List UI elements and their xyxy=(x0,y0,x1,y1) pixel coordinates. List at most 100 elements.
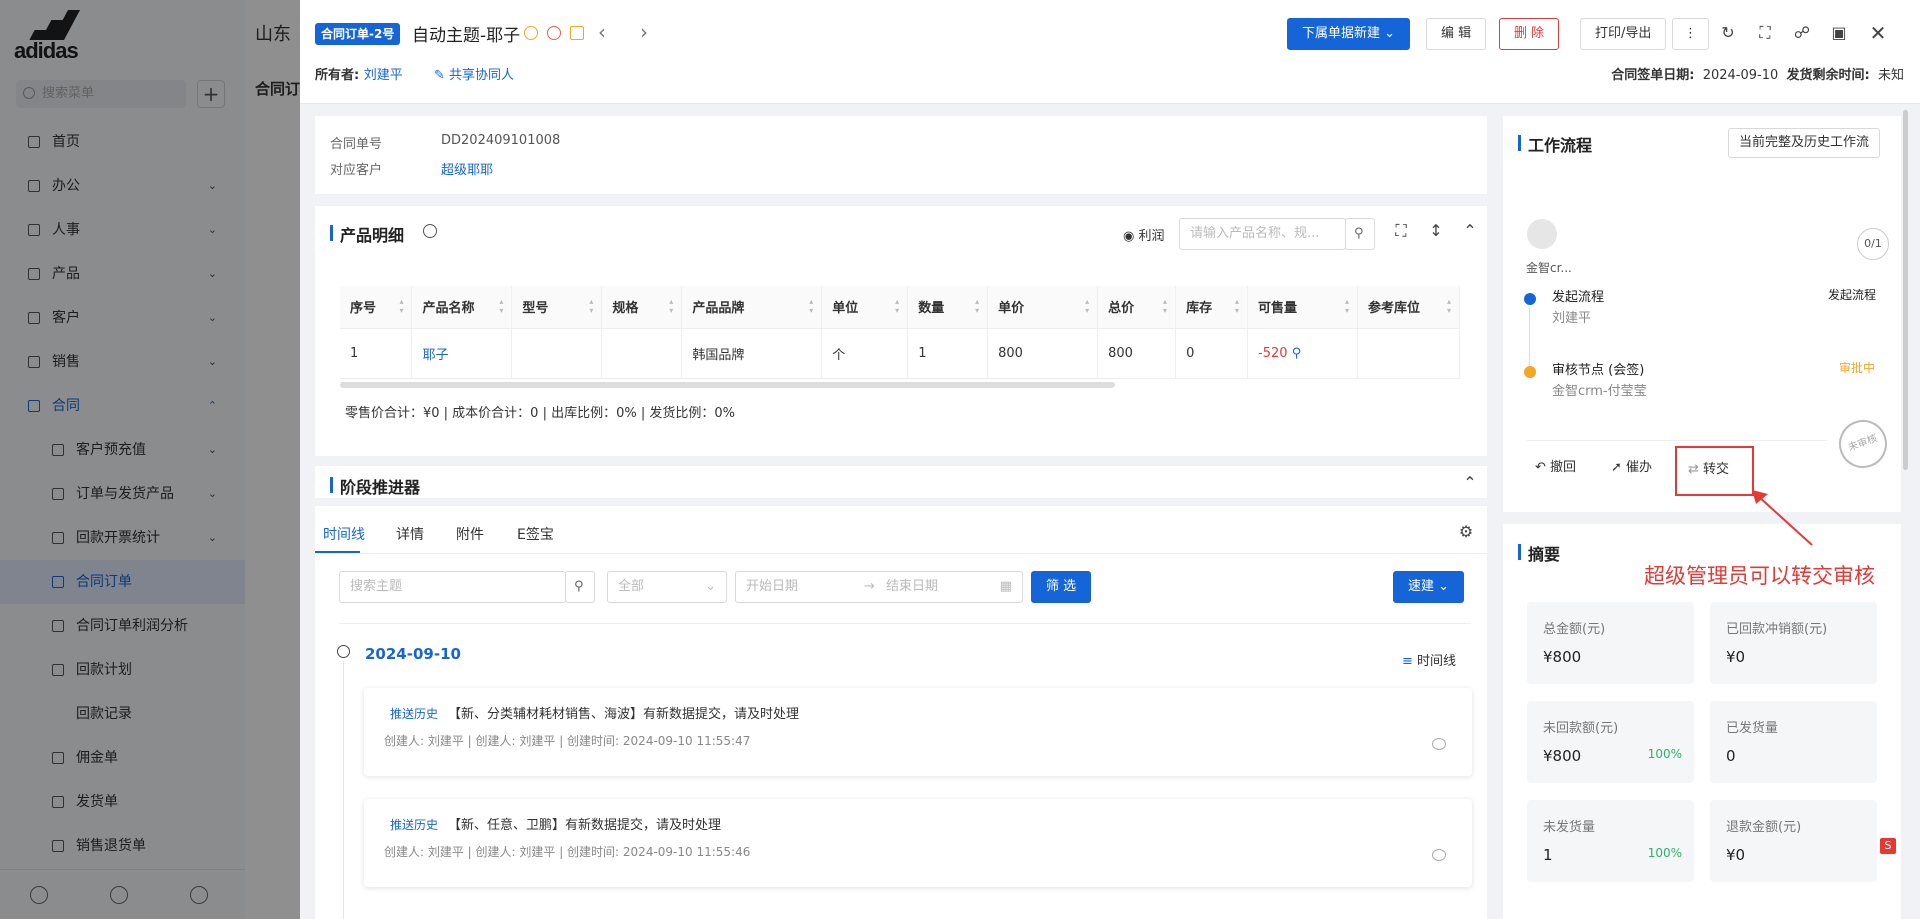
timeline-toggle[interactable]: ≡ 时间线 xyxy=(1402,650,1456,669)
col-header[interactable]: 产品品牌 xyxy=(681,286,823,329)
col-header[interactable]: 单价 xyxy=(987,286,1099,329)
collapse-up-icon[interactable]: ⌃ xyxy=(1461,474,1479,492)
col-header[interactable]: 参考库位 xyxy=(1357,286,1461,329)
comment-icon[interactable] xyxy=(1432,738,1446,750)
entry-tag: 推送历史 xyxy=(390,707,439,721)
dock-icon[interactable]: ▣ xyxy=(1830,24,1848,42)
comment-icon[interactable] xyxy=(1432,849,1446,861)
drawer-header: 合同订单-2号 自动主题-耶子 ‹ › 所有者: 刘建平 ✎ 共享协同人 合同签… xyxy=(300,0,1920,104)
print-export-button[interactable]: 打印/导出 xyxy=(1580,18,1667,50)
alert-icon[interactable] xyxy=(547,26,561,40)
section-title: 工作流程 xyxy=(1518,132,1592,156)
link-icon[interactable]: ☍ xyxy=(1793,24,1811,42)
col-header[interactable]: 规格 xyxy=(601,286,683,329)
close-icon[interactable]: ✕ xyxy=(1869,23,1887,43)
entry-tag: 推送历史 xyxy=(390,818,439,832)
more-button[interactable]: ⋮ xyxy=(1672,18,1709,50)
timeline-entry[interactable]: 推送历史 【新、分类辅材耗材销售、海波】有新数据提交，请及时处理 创建人: 刘建… xyxy=(364,688,1472,776)
col-header[interactable]: 型号 xyxy=(511,286,603,329)
col-header[interactable]: 总价 xyxy=(1097,286,1177,329)
col-header[interactable]: 可售量 xyxy=(1247,286,1358,329)
edit-button[interactable]: 编 辑 xyxy=(1426,18,1487,50)
play-icon[interactable] xyxy=(524,26,538,40)
timeline-line xyxy=(343,662,344,919)
search-icon[interactable]: ⚲ xyxy=(565,571,595,603)
customer-link[interactable]: 超级耶耶 xyxy=(441,159,493,178)
workflow-user: 金智cr... xyxy=(1526,261,1572,275)
product-search-input[interactable]: 请输入产品名称、规... xyxy=(1179,218,1346,250)
product-summary: 零售价合计：¥0 | 成本价合计：0 | 出库比例：0% | 发货比例：0% xyxy=(345,406,735,421)
workflow-history-button[interactable]: 当前完整及历史工作流 xyxy=(1728,128,1881,158)
new-sub-document-button[interactable]: 下属单据新建 ⌄ xyxy=(1287,18,1411,50)
workflow-count: 0/1 xyxy=(1857,228,1889,260)
product-table: 序号 产品名称 型号 规格 产品品牌 单位 数量 单价 总价 库存 可售量 参考… xyxy=(340,286,1461,379)
expand-icon[interactable]: ⛶ xyxy=(1392,222,1410,240)
order-number: DD202409101008 xyxy=(441,133,561,148)
timeline-entry[interactable]: 推送历史 【新、任意、卫鹏】有新数据提交，请及时处理 创建人: 刘建平 | 创建… xyxy=(364,799,1472,887)
arrow-right-icon: → xyxy=(864,579,875,594)
status-badge: 审批中 xyxy=(1839,361,1876,375)
tab-details[interactable]: 详情 xyxy=(396,524,424,544)
gear-icon[interactable] xyxy=(423,224,437,238)
profit-radio[interactable]: ◉ 利润 xyxy=(1123,225,1165,244)
owner-link[interactable]: 刘建平 xyxy=(364,68,403,83)
filter-button[interactable]: 筛 选 xyxy=(1031,571,1092,603)
date-range-input[interactable]: 开始日期 → 结束日期 ▦ xyxy=(735,571,1023,603)
annotation-text: 超级管理员可以转交审核 xyxy=(1644,564,1875,588)
col-header[interactable]: 库存 xyxy=(1175,286,1249,329)
col-header[interactable]: 产品名称 xyxy=(411,286,513,329)
avatar xyxy=(1527,219,1557,249)
share-collaborators-link[interactable]: ✎ 共享协同人 xyxy=(434,64,514,83)
clock-icon xyxy=(337,645,350,658)
chevron-down-icon: ⌄ xyxy=(705,579,716,594)
search-icon[interactable]: ⚲ xyxy=(1292,346,1302,361)
summary-total-amount: 总金额(元) ¥800 xyxy=(1527,602,1694,684)
order-tag: 合同订单-2号 xyxy=(315,23,401,45)
undo-icon: ↶ xyxy=(1535,460,1546,475)
summary-shipped-qty: 已发货量 0 xyxy=(1710,701,1877,783)
refresh-icon[interactable]: ↻ xyxy=(1719,24,1737,42)
scope-select[interactable]: 全部 ⌄ xyxy=(607,571,727,603)
col-header[interactable]: 单位 xyxy=(821,286,909,329)
clipboard-icon[interactable] xyxy=(570,26,584,40)
step-review-icon xyxy=(1524,366,1536,378)
section-title: 摘要 xyxy=(1518,541,1560,565)
sellable-qty: -520 xyxy=(1258,345,1288,361)
transfer-highlight-box xyxy=(1675,446,1754,496)
summary-received-amount: 已回款冲销额(元) ¥0 xyxy=(1710,602,1877,684)
topic-search-input[interactable]: 搜索主题 xyxy=(339,571,566,603)
collapse-up-icon[interactable]: ⌃ xyxy=(1461,222,1479,240)
withdraw-button[interactable]: ↶ 撤回 xyxy=(1535,456,1576,475)
vertical-scrollbar[interactable] xyxy=(1903,110,1908,470)
section-title: 产品明细 xyxy=(330,222,404,246)
timeline-icon: ≡ xyxy=(1402,654,1413,669)
annotation-arrow xyxy=(1752,490,1813,546)
widget-icon[interactable]: S xyxy=(1880,838,1896,854)
contract-dates: 合同签单日期: 2024-09-10 发货剩余时间: 未知 xyxy=(1611,68,1904,83)
tab-attachments[interactable]: 附件 xyxy=(456,524,484,544)
section-title: 阶段推进器 xyxy=(330,474,420,498)
gear-icon[interactable]: ⚙ xyxy=(1457,523,1475,541)
pin-icon: ➚ xyxy=(1611,460,1622,475)
col-header[interactable]: 序号 xyxy=(340,286,413,329)
delete-button[interactable]: 删 除 xyxy=(1499,18,1560,50)
tab-timeline[interactable]: 时间线 xyxy=(323,524,365,544)
product-name-link[interactable]: 耶子 xyxy=(411,328,513,379)
next-icon[interactable]: › xyxy=(640,20,648,44)
prev-icon[interactable]: ‹ xyxy=(598,20,606,44)
search-icon[interactable]: ⚲ xyxy=(1345,218,1375,250)
summary-unshipped-qty: 未发货量 1 100% xyxy=(1527,800,1694,882)
timeline-date: 2024-09-10 xyxy=(365,645,461,663)
col-header[interactable]: 数量 xyxy=(907,286,989,329)
horizontal-scrollbar[interactable] xyxy=(340,382,1115,388)
table-row[interactable]: 1 耶子 韩国品牌 个 1 800 800 0 -520 ⚲ xyxy=(340,328,1461,379)
vertical-resize-icon[interactable]: ↕ xyxy=(1427,222,1445,240)
summary-refund-amount: 退款金额(元) ¥0 xyxy=(1710,800,1877,882)
modal-overlay[interactable] xyxy=(0,0,300,919)
summary-unreceived-amount: 未回款额(元) ¥800 100% xyxy=(1527,701,1694,783)
fullscreen-icon[interactable]: ⛶ xyxy=(1756,24,1774,42)
active-tab-indicator xyxy=(315,551,360,553)
quick-create-button[interactable]: 速建 ⌄ xyxy=(1393,571,1465,603)
urge-button[interactable]: ➚ 催办 xyxy=(1611,456,1652,475)
tab-esign[interactable]: E签宝 xyxy=(517,524,554,544)
